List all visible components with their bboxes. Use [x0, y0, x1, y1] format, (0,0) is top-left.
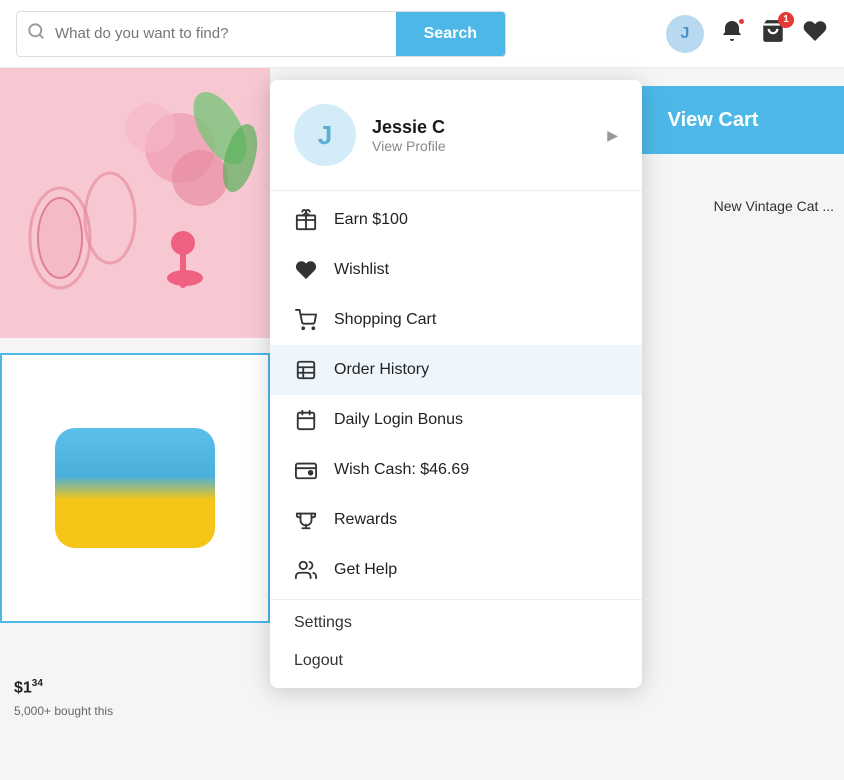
daily-bonus-label: Daily Login Bonus — [334, 411, 618, 429]
earn-label: Earn $100 — [334, 211, 618, 229]
list-icon — [294, 358, 318, 382]
menu-item-order-history[interactable]: Order History — [270, 345, 642, 395]
profile-name: Jessie C — [372, 117, 591, 138]
profile-avatar: J — [294, 104, 356, 166]
get-help-label: Get Help — [334, 561, 618, 579]
view-profile-link[interactable]: View Profile — [372, 138, 591, 154]
header-icons: J 1 — [666, 15, 828, 53]
search-button[interactable]: Search — [396, 12, 505, 56]
product-image-blue — [0, 353, 270, 623]
wishlist-heart-button[interactable] — [802, 18, 828, 50]
menu-item-wish-cash[interactable]: Wish Cash: $46.69 — [270, 445, 642, 495]
trophy-icon — [294, 508, 318, 532]
wallet-icon — [294, 458, 318, 482]
search-bar: Search — [16, 11, 506, 57]
bell-badge — [737, 17, 746, 26]
dropdown-menu: J Jessie C View Profile ▶ Earn $100 Wish… — [270, 80, 642, 688]
menu-divider-1 — [270, 190, 642, 191]
rewards-label: Rewards — [334, 511, 618, 529]
menu-item-get-help[interactable]: Get Help — [270, 545, 642, 595]
menu-item-rewards[interactable]: Rewards — [270, 495, 642, 545]
wish-cash-label: Wish Cash: $46.69 — [334, 461, 618, 479]
menu-item-earn[interactable]: Earn $100 — [270, 195, 642, 245]
product-label: New Vintage Cat ... — [714, 198, 834, 214]
header: Search J 1 — [0, 0, 844, 68]
shopping-cart-label: Shopping Cart — [334, 311, 618, 329]
sponge-visual — [55, 428, 215, 548]
gift-icon — [294, 208, 318, 232]
search-icon — [17, 22, 55, 45]
notification-bell-button[interactable] — [720, 19, 744, 49]
avatar[interactable]: J — [666, 15, 704, 53]
cart-icon — [294, 308, 318, 332]
profile-arrow-icon: ▶ — [607, 127, 618, 144]
menu-divider-2 — [270, 599, 642, 600]
menu-item-wishlist[interactable]: Wishlist — [270, 245, 642, 295]
cart-button[interactable]: 1 — [760, 18, 786, 50]
wishlist-label: Wishlist — [334, 261, 618, 279]
profile-info: Jessie C View Profile — [372, 117, 591, 154]
cart-badge: 1 — [778, 12, 794, 28]
menu-item-daily-bonus[interactable]: Daily Login Bonus — [270, 395, 642, 445]
buyers-text: 5,000+ bought this — [14, 704, 113, 780]
settings-item[interactable]: Settings — [270, 604, 642, 642]
calendar-icon — [294, 408, 318, 432]
product-image-pink — [0, 68, 270, 338]
search-input[interactable] — [55, 25, 396, 42]
order-history-label: Order History — [334, 361, 618, 379]
profile-section[interactable]: J Jessie C View Profile ▶ — [270, 80, 642, 186]
people-icon — [294, 558, 318, 582]
heart-icon — [294, 258, 318, 282]
logout-item[interactable]: Logout — [270, 642, 642, 680]
menu-item-shopping-cart[interactable]: Shopping Cart — [270, 295, 642, 345]
